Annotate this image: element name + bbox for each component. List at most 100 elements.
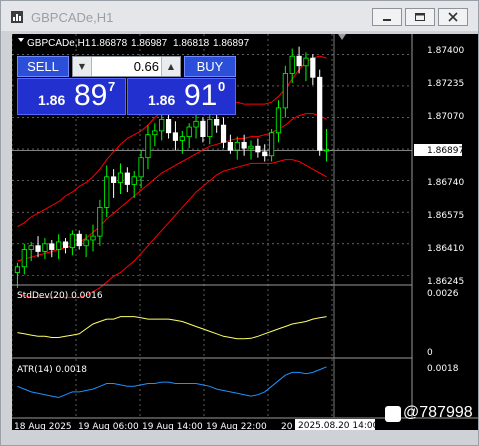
candle-body	[282, 73, 288, 109]
candle-body	[83, 239, 89, 247]
candle-body	[104, 176, 110, 208]
price-label: 1.86575	[427, 211, 464, 221]
candle-body	[117, 172, 124, 183]
candle-body	[186, 126, 192, 138]
price-label: 1.87070	[427, 112, 464, 122]
lot-decrease-button[interactable]: ▼	[73, 57, 92, 76]
chart-symbol: GBPCADe,H1	[27, 38, 91, 49]
ohlc-close: 1.86897	[213, 38, 250, 49]
buy-button[interactable]: BUY	[184, 56, 236, 77]
candle-body	[97, 207, 103, 237]
stddev-scale-bottom: 0	[427, 348, 433, 358]
one-click-trading-panel: SELL ▼ ▲ BUY 1.86 89 7 1.86 91 0	[17, 55, 236, 117]
candle-body	[56, 241, 62, 250]
candle-body	[275, 107, 282, 134]
lot-increase-button[interactable]: ▲	[161, 57, 180, 76]
minimize-icon	[383, 19, 391, 21]
candle-body	[90, 235, 96, 241]
maximize-icon	[415, 13, 425, 21]
time-label: 19 Aug 06:00	[78, 422, 139, 430]
close-icon	[448, 12, 458, 22]
price-label: 1.87235	[427, 79, 464, 89]
bollinger-middle-line	[17, 113, 327, 262]
candle-body	[62, 241, 69, 249]
buy-price-box[interactable]: 1.86 91 0	[127, 78, 236, 115]
time-label: 18 Aug 2025	[14, 422, 72, 430]
close-button[interactable]	[438, 8, 468, 26]
lot-size-input[interactable]	[93, 57, 159, 76]
candle-body	[296, 55, 302, 67]
candle-body	[138, 157, 144, 178]
chart-shift-marker[interactable]	[338, 34, 346, 40]
price-axis: 1.87400 1.87235 1.87070 1.86740 1.86575 …	[427, 46, 464, 287]
bollinger-lower-line	[17, 159, 327, 298]
price-label: 1.86410	[427, 244, 464, 254]
stddev-scale-top: 0.0026	[427, 289, 459, 299]
time-label: 19 Aug 22:00	[206, 422, 267, 430]
candle-body	[159, 118, 165, 132]
candle-body	[111, 176, 117, 183]
sell-price-pips: 89	[74, 79, 108, 112]
candle-body	[323, 149, 330, 152]
sell-price-box[interactable]: 1.86 89 7	[17, 78, 126, 115]
maximize-button[interactable]	[405, 8, 435, 26]
chart-header: GBPCADe,H1 1.86878 1.86987 1.86818 1.868…	[18, 38, 250, 49]
candle-body	[220, 124, 227, 143]
candle-body	[248, 145, 254, 149]
buy-price-fraction: 0	[218, 79, 226, 94]
chart-area[interactable]: GBPCADe,H1 1.86878 1.86987 1.86818 1.868…	[12, 34, 478, 430]
atr-label: ATR(14) 0.0018	[17, 365, 87, 375]
crosshair-time-label: 2025.08.20 14:00	[298, 421, 379, 430]
candle-body	[124, 172, 130, 185]
ohlc-high: 1.86987	[131, 38, 168, 49]
candle-body	[21, 249, 27, 268]
candle-body	[269, 132, 275, 157]
symbol-menu-icon[interactable]	[18, 38, 24, 42]
time-label: 19 Aug 14:00	[142, 422, 203, 430]
candle-body	[200, 120, 206, 138]
candle-body	[255, 145, 261, 153]
atr-scale-top: 0.0018	[427, 364, 459, 374]
current-price-label: 1.86897	[427, 146, 464, 156]
candle-body	[207, 118, 213, 138]
ohlc-low: 1.86818	[173, 38, 210, 49]
candle-body	[76, 233, 82, 247]
buy-price-pips: 91	[184, 79, 218, 112]
candle-body	[241, 141, 247, 149]
candle-body	[193, 120, 199, 128]
window-title: GBPCADe,H1	[31, 10, 114, 25]
candle-body	[234, 141, 240, 151]
candle-body	[310, 57, 316, 78]
candle-body	[131, 176, 137, 185]
candle-body	[303, 57, 309, 67]
terminal-window: GBPCADe,H1 GBPCADe,H1 1.86878 1.86987 1.…	[0, 0, 479, 446]
crosshair-time-tag: 2025.08.20 14:00	[295, 419, 379, 430]
price-label: 1.86740	[427, 178, 464, 188]
price-label: 1.87400	[427, 46, 464, 56]
sell-price-prefix: 1.86	[38, 92, 66, 108]
candle-body	[42, 243, 48, 252]
candle-body	[145, 134, 151, 159]
watermark-text: @787998	[403, 404, 473, 421]
ohlc-open: 1.86878	[91, 38, 128, 49]
candle-body	[69, 233, 75, 249]
current-price-tag: 1.86897	[414, 144, 464, 156]
stddev-line	[17, 316, 327, 340]
candle-body	[317, 76, 323, 151]
candle-body	[289, 55, 295, 74]
sell-button[interactable]: SELL	[17, 56, 69, 77]
sell-price-fraction: 7	[108, 79, 116, 94]
candle-body	[214, 118, 220, 126]
price-label: 1.86245	[427, 277, 464, 287]
minimize-button[interactable]	[372, 8, 402, 26]
title-bar[interactable]: GBPCADe,H1	[1, 1, 478, 31]
candle-body	[262, 151, 268, 157]
candle-body	[152, 130, 158, 136]
candle-body	[172, 132, 179, 141]
stddev-label: StdDev(20) 0.0016	[17, 291, 103, 301]
candle-body	[14, 266, 21, 273]
candle-body	[165, 118, 172, 134]
facebook-icon	[385, 406, 401, 422]
candle-body	[28, 245, 34, 250]
chart-window-icon	[11, 11, 23, 23]
